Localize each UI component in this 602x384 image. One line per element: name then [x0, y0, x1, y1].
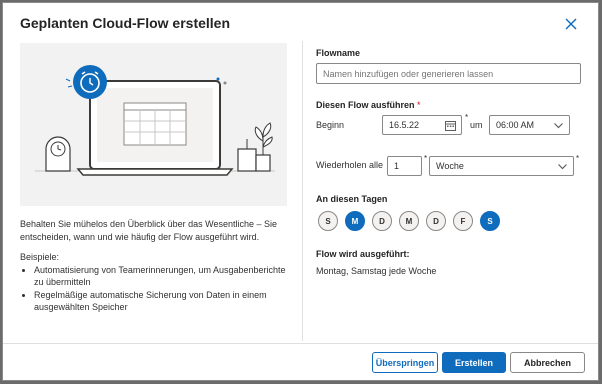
create-flow-dialog: Geplanten Cloud-Flow erstellen Behalten …: [2, 2, 599, 381]
repeat-count-value: 1: [394, 161, 400, 171]
illustration: [20, 43, 287, 206]
calendar-grid-icon: [123, 102, 187, 146]
desk-clock-icon: [45, 136, 71, 172]
skip-button[interactable]: Überspringen: [372, 352, 438, 373]
day-toggle[interactable]: S: [318, 211, 338, 231]
required-mark: *: [424, 154, 428, 163]
required-mark: *: [576, 154, 580, 163]
summary-label: Flow wird ausgeführt:: [316, 249, 410, 259]
day-toggle[interactable]: D: [372, 211, 392, 231]
day-toggle[interactable]: F: [453, 211, 473, 231]
list-item: Automatisierung von Teamerinnerungen, um…: [34, 264, 292, 289]
start-time-select[interactable]: 06:00 AM: [489, 115, 570, 135]
dialog-title: Geplanten Cloud-Flow erstellen: [20, 15, 231, 31]
day-toggle[interactable]: M: [399, 211, 419, 231]
chevron-down-icon: [554, 123, 563, 129]
cancel-button[interactable]: Abbrechen: [510, 352, 585, 373]
start-time-value: 06:00 AM: [496, 120, 535, 130]
calendar-icon: [445, 121, 456, 131]
summary-text: Montag, Samstag jede Woche: [316, 266, 437, 276]
alarm-clock-icon: [65, 65, 107, 99]
column-divider: [302, 41, 303, 341]
footer-divider: [3, 343, 598, 344]
run-label: Diesen Flow ausführen *: [316, 100, 421, 110]
list-item: Regelmäßige automatische Sicherung von D…: [34, 289, 292, 314]
repeat-unit-select[interactable]: Woche: [429, 156, 574, 176]
plant-icon: [237, 122, 273, 172]
repeat-label: Wiederholen alle: [316, 160, 384, 170]
flowname-input[interactable]: [316, 63, 581, 84]
at-label: um: [470, 120, 483, 130]
close-icon[interactable]: [564, 17, 578, 31]
intro-text: Behalten Sie mühelos den Überblick über …: [20, 219, 277, 242]
examples-list: Automatisierung von Teamerinnerungen, um…: [20, 264, 292, 314]
start-label: Beginn: [316, 120, 345, 130]
day-toggle[interactable]: S: [480, 211, 500, 231]
required-mark: *: [465, 113, 469, 122]
day-toggle[interactable]: M: [345, 211, 365, 231]
chevron-down-icon: [558, 164, 567, 170]
start-date-value: 16.5.22: [389, 120, 420, 130]
day-toggle[interactable]: D: [426, 211, 446, 231]
repeat-count-input[interactable]: 1: [387, 156, 422, 176]
flowname-label: Flowname: [316, 48, 361, 58]
description: Behalten Sie mühelos den Überblick über …: [20, 218, 292, 314]
examples-label: Beispiele:: [20, 252, 60, 262]
start-date-field[interactable]: 16.5.22: [382, 115, 462, 135]
repeat-unit-value: Woche: [436, 161, 464, 171]
create-button[interactable]: Erstellen: [442, 352, 506, 373]
days-label: An diesen Tagen: [316, 194, 388, 204]
